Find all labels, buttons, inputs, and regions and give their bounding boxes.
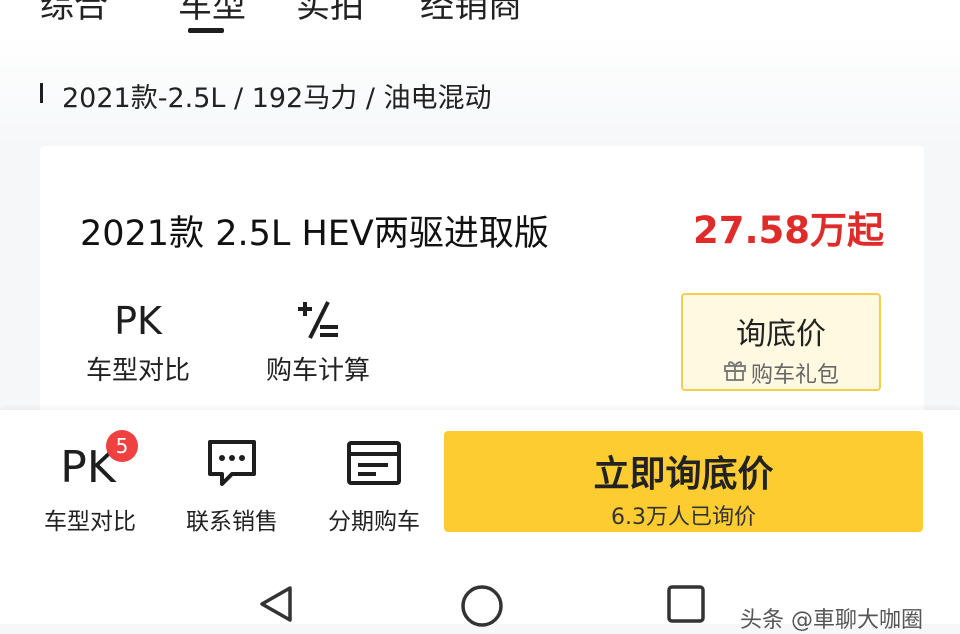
bottom-compare-label: 车型对比 bbox=[44, 509, 136, 535]
pk-icon: PK 5 bbox=[20, 430, 160, 492]
recents-icon[interactable] bbox=[666, 584, 706, 628]
tab-dealers[interactable]: 经销商 bbox=[420, 0, 522, 27]
model-price: 27.58万起 bbox=[692, 209, 884, 252]
section-marker bbox=[40, 83, 43, 103]
cta-title: 立即询底价 bbox=[593, 454, 774, 495]
installment-icon bbox=[304, 434, 444, 492]
inquiry-subtitle-row: 购车礼包 bbox=[683, 357, 879, 389]
car-calculator-button[interactable]: 购车计算 bbox=[248, 298, 388, 387]
car-calculator-label: 购车计算 bbox=[265, 356, 370, 386]
chat-icon bbox=[162, 434, 302, 492]
installment-label: 分期购车 bbox=[328, 509, 420, 535]
compare-models-button[interactable]: PK 车型对比 bbox=[68, 298, 208, 387]
installment-button[interactable]: 分期购车 bbox=[304, 434, 444, 536]
inquiry-subtitle: 购车礼包 bbox=[750, 363, 839, 388]
contact-sales-label: 联系销售 bbox=[186, 509, 278, 535]
watermark: 头条 @車聊大咖圈 bbox=[740, 608, 923, 633]
back-icon[interactable] bbox=[256, 584, 296, 628]
model-name: 2021款 2.5L HEV两驱进取版 bbox=[80, 214, 549, 254]
pk-icon: PK bbox=[68, 298, 208, 342]
tab-models[interactable]: 车型 bbox=[178, 0, 246, 27]
bottom-compare-button[interactable]: PK 5 车型对比 bbox=[20, 430, 160, 536]
tab-overview[interactable]: 综合 bbox=[40, 0, 108, 27]
compare-models-label: 车型对比 bbox=[85, 356, 190, 386]
contact-sales-button[interactable]: 联系销售 bbox=[162, 434, 302, 536]
gift-icon bbox=[723, 359, 747, 387]
svg-text:PK: PK bbox=[114, 300, 163, 340]
inquiry-title: 询底价 bbox=[736, 317, 826, 352]
active-tab-indicator bbox=[188, 28, 224, 33]
top-tab-bar: 综合 车型 实拍 经销商 bbox=[0, 0, 960, 36]
spec-summary: 2021款-2.5L / 192马力 / 油电混动 bbox=[62, 83, 492, 114]
inquiry-price-button[interactable]: 询底价 购车礼包 bbox=[681, 293, 881, 391]
get-lowest-price-button[interactable]: 立即询底价 6.3万人已询价 bbox=[444, 431, 923, 532]
home-icon[interactable] bbox=[460, 584, 504, 632]
tab-photos[interactable]: 实拍 bbox=[296, 0, 364, 27]
cta-subtitle: 6.3万人已询价 bbox=[611, 505, 756, 530]
calculator-icon bbox=[248, 298, 388, 342]
compare-count-badge: 5 bbox=[106, 430, 138, 462]
